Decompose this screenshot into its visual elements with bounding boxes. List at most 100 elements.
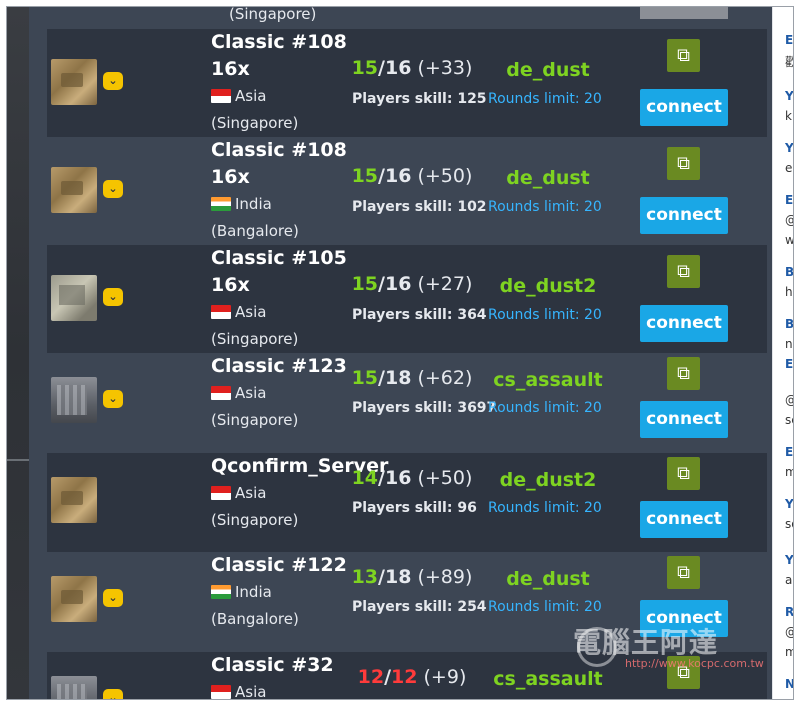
chevron-down-icon[interactable]: ⌄	[103, 390, 123, 408]
server-name-line2: 16x	[211, 166, 250, 188]
server-name: Classic #123	[211, 355, 347, 377]
connect-button[interactable]: connect	[640, 305, 728, 342]
left-background	[7, 7, 29, 699]
players-max: 16	[384, 57, 412, 79]
chat-author[interactable]: Ya	[785, 141, 793, 155]
players-separator: /	[378, 273, 385, 295]
server-name-line2: 16x	[211, 58, 250, 80]
players-delta: (+9)	[417, 666, 467, 688]
chat-author[interactable]: Eli	[785, 357, 793, 371]
map-name: de_dust	[506, 59, 590, 81]
chat-author[interactable]: Eli	[785, 33, 793, 47]
map-name: cs_assault	[493, 668, 603, 690]
flag-icon	[211, 89, 231, 103]
players-delta: (+33)	[411, 57, 473, 79]
chat-message: @	[785, 213, 793, 227]
players-max: 16	[384, 165, 412, 187]
chat-author[interactable]: Nic	[785, 677, 793, 691]
chat-author[interactable]: Bis	[785, 265, 793, 279]
players-delta: (+27)	[411, 273, 473, 295]
chat-message: na	[785, 337, 793, 351]
chat-message: 歡	[785, 53, 793, 70]
copy-icon[interactable]: ⧉	[667, 255, 700, 288]
players-max: 18	[384, 367, 412, 389]
map-name: de_dust	[506, 167, 590, 189]
partial-location: (Singapore)	[229, 6, 317, 23]
map-name: de_dust2	[499, 275, 597, 297]
server-row: ⌄ Classic #123 Asia (Singapore) 15/18 (+62) P…	[47, 353, 767, 453]
players-separator: /	[378, 367, 385, 389]
players-delta: (+62)	[411, 367, 473, 389]
players-current: 12	[357, 666, 385, 688]
chat-sidebar: Eli 歡 Ya kir Ya en Eli @ wh Bis hs Bis na Eli @ se Eli mo…	[772, 7, 793, 699]
rounds-limit: Rounds limit: 20	[488, 599, 602, 615]
chat-author[interactable]: Ya	[785, 89, 793, 103]
country-label: Asia	[235, 87, 267, 105]
copy-icon[interactable]: ⧉	[667, 39, 700, 72]
chat-message: @	[785, 393, 793, 407]
city-label: (Singapore)	[211, 411, 299, 429]
map-thumbnail	[51, 377, 97, 423]
chat-message: se	[785, 413, 793, 427]
connect-button[interactable]: connect	[640, 197, 728, 234]
map-thumbnail	[51, 275, 97, 321]
chat-message: hs	[785, 285, 793, 299]
map-thumbnail	[51, 676, 97, 699]
player-count: 15/18 (+62)	[342, 367, 482, 389]
player-count: 13/18 (+89)	[342, 566, 482, 588]
players-current: 14	[351, 467, 379, 489]
chat-author[interactable]: Bis	[785, 317, 793, 331]
country-label: Asia	[235, 484, 267, 502]
player-count: 14/16 (+50)	[342, 467, 482, 489]
flag-icon	[211, 585, 231, 599]
chat-author[interactable]: Eli	[785, 445, 793, 459]
server-row: ⌄ Classic #105 16x Asia (Singapore) 15/16 (+2…	[47, 245, 767, 353]
chat-message: kir	[785, 109, 793, 123]
copy-icon[interactable]: ⧉	[667, 556, 700, 589]
server-row: ⌄ Classic #108 16x Asia (Singapore) 15/16 (+3…	[47, 29, 767, 137]
city-label: (Singapore)	[211, 330, 299, 348]
server-location: Asia	[211, 299, 266, 326]
map-thumbnail	[51, 59, 97, 105]
server-name: Classic #108	[211, 31, 347, 53]
chevron-down-icon[interactable]: ⌄	[103, 72, 123, 90]
rounds-limit: Rounds limit: 20	[488, 91, 602, 107]
chat-author[interactable]: RO	[785, 605, 793, 619]
copy-icon[interactable]: ⧉	[667, 357, 700, 390]
players-current: 13	[351, 566, 379, 588]
connect-button[interactable]: connect	[640, 89, 728, 126]
copy-icon[interactable]: ⧉	[667, 147, 700, 180]
players-max: 16	[384, 467, 412, 489]
player-count: 15/16 (+33)	[342, 57, 482, 79]
copy-icon[interactable]: ⧉	[667, 457, 700, 490]
flag-icon	[211, 685, 231, 699]
partial-button[interactable]	[640, 7, 728, 19]
players-skill: Players skill: 102	[352, 199, 487, 215]
players-skill: Players skill: 254	[352, 599, 487, 615]
players-skill: Players skill: 96	[352, 500, 477, 516]
server-row: ⌄ Classic #108 16x India (Bangalore) 15/16 (+…	[47, 137, 767, 245]
divider	[7, 459, 29, 461]
chevron-down-icon[interactable]: ⌄	[103, 689, 123, 699]
connect-button[interactable]: connect	[640, 501, 728, 538]
chat-author[interactable]: Ya	[785, 497, 793, 511]
flag-icon	[211, 486, 231, 500]
country-label: India	[235, 195, 272, 213]
chat-author[interactable]: Ya	[785, 553, 793, 567]
city-label: (Singapore)	[211, 511, 299, 529]
players-separator: /	[378, 566, 385, 588]
city-label: (Singapore)	[211, 114, 299, 132]
players-skill: Players skill: 125	[352, 91, 487, 107]
partial-row: (Singapore)	[47, 7, 767, 29]
server-name: Classic #105	[211, 247, 347, 269]
map-name: de_dust2	[499, 469, 597, 491]
chat-author[interactable]: Eli	[785, 193, 793, 207]
country-label: Asia	[235, 384, 267, 402]
chevron-down-icon[interactable]: ⌄	[103, 589, 123, 607]
players-separator: /	[378, 57, 385, 79]
server-row: Qconfirm_Server Asia (Singapore) 14/16 (+50…	[47, 453, 767, 552]
country-label: Asia	[235, 303, 267, 321]
chevron-down-icon[interactable]: ⌄	[103, 180, 123, 198]
connect-button[interactable]: connect	[640, 401, 728, 438]
chevron-down-icon[interactable]: ⌄	[103, 288, 123, 306]
